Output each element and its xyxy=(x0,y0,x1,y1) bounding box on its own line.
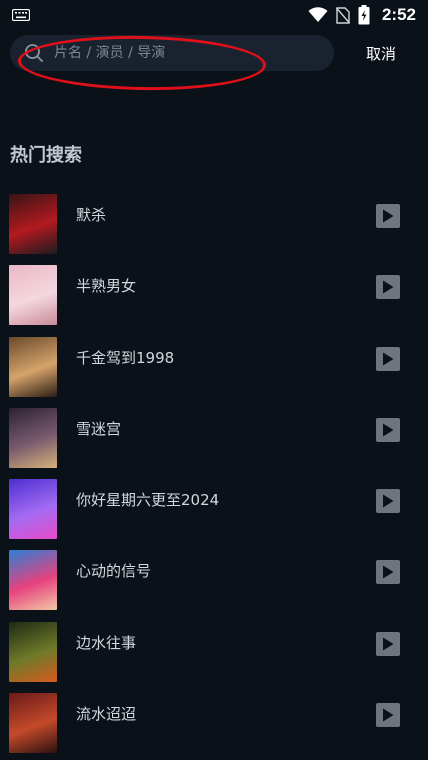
poster-thumbnail[interactable] xyxy=(9,265,57,326)
item-title[interactable]: 雪迷宫 xyxy=(76,418,121,439)
item-title[interactable]: 默杀 xyxy=(76,204,106,225)
poster-thumbnail[interactable] xyxy=(9,407,57,468)
no-sim-icon xyxy=(335,6,350,24)
cancel-button[interactable]: 取消 xyxy=(366,43,396,64)
item-title[interactable]: 心动的信号 xyxy=(76,560,151,581)
list-item[interactable]: 心动的信号 xyxy=(0,546,428,617)
play-button[interactable] xyxy=(376,417,400,442)
list-item[interactable]: 边水往事 xyxy=(0,618,428,689)
play-button[interactable] xyxy=(376,703,400,728)
list-item[interactable]: 默杀 xyxy=(0,190,428,261)
play-icon xyxy=(383,280,394,294)
item-title[interactable]: 千金驾到1998 xyxy=(76,347,174,368)
search-input[interactable] xyxy=(54,45,304,61)
play-button[interactable] xyxy=(376,346,400,371)
list-item[interactable]: 流水迢迢 xyxy=(0,689,428,760)
status-bar: 2:52 xyxy=(0,0,428,30)
hot-search-list: 默杀 半熟男女 千金驾到1998 雪迷宫 你好星期六更至2024 心动的信号 边… xyxy=(0,190,428,760)
list-item[interactable]: 半熟男女 xyxy=(0,261,428,332)
play-button[interactable] xyxy=(376,204,400,228)
play-icon xyxy=(383,209,394,223)
list-item[interactable]: 你好星期六更至2024 xyxy=(0,475,428,546)
poster-thumbnail[interactable] xyxy=(9,693,57,754)
item-title[interactable]: 半熟男女 xyxy=(76,275,136,296)
item-title[interactable]: 边水往事 xyxy=(76,632,136,653)
play-button[interactable] xyxy=(376,489,400,514)
play-button[interactable] xyxy=(376,631,400,656)
poster-thumbnail[interactable] xyxy=(9,336,57,397)
play-button[interactable] xyxy=(376,275,400,300)
keyboard-icon xyxy=(12,9,30,21)
battery-charging-icon xyxy=(358,5,370,25)
poster-thumbnail[interactable] xyxy=(9,621,57,682)
poster-thumbnail[interactable] xyxy=(9,550,57,611)
list-item[interactable]: 雪迷宫 xyxy=(0,404,428,475)
item-title[interactable]: 流水迢迢 xyxy=(76,703,136,724)
item-title[interactable]: 你好星期六更至2024 xyxy=(76,489,219,510)
play-button[interactable] xyxy=(376,560,400,585)
search-box[interactable] xyxy=(10,35,334,71)
list-item[interactable]: 千金驾到1998 xyxy=(0,333,428,404)
play-icon xyxy=(383,637,394,651)
search-row: 取消 xyxy=(10,34,418,72)
poster-thumbnail[interactable] xyxy=(9,194,57,254)
play-icon xyxy=(383,352,394,366)
play-icon xyxy=(383,708,394,722)
play-icon xyxy=(383,423,394,437)
search-icon xyxy=(24,43,44,63)
status-time: 2:52 xyxy=(381,5,416,24)
play-icon xyxy=(383,565,394,579)
wifi-icon xyxy=(308,7,328,23)
play-icon xyxy=(383,494,394,508)
poster-thumbnail[interactable] xyxy=(9,479,57,540)
section-title-hot-search: 热门搜索 xyxy=(10,145,82,166)
